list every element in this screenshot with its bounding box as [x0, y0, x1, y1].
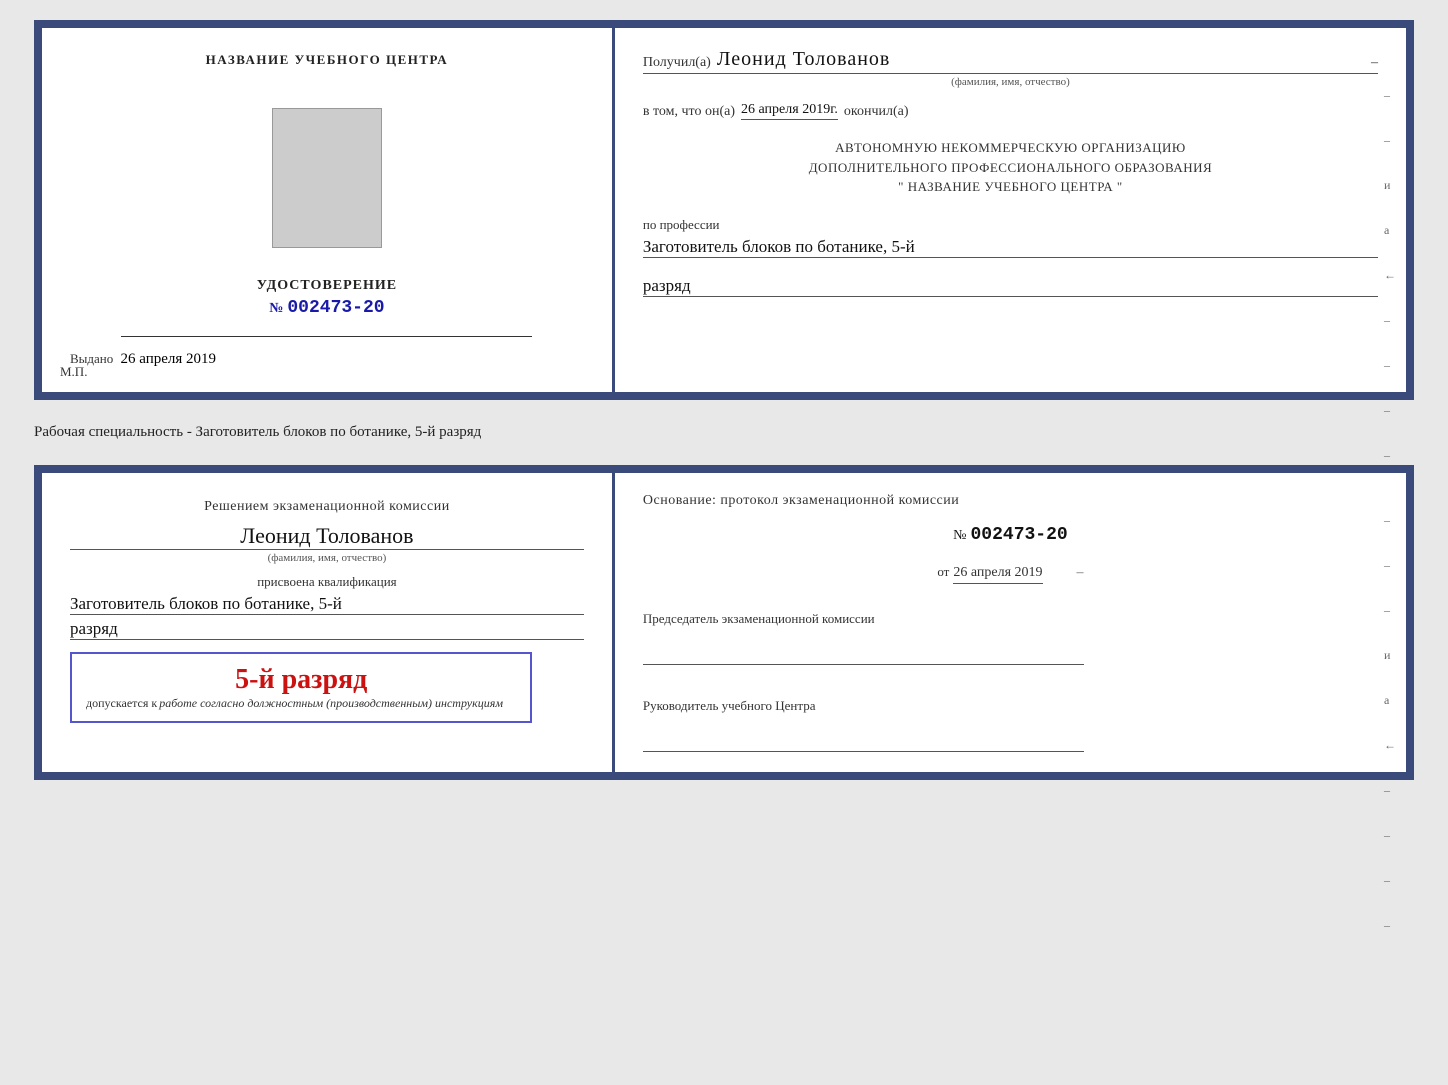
cert1-profession-block: по профессии Заготовитель блоков по бота… [643, 217, 1378, 258]
cert2-predsedatel-label: Председатель экзаменационной комиссии [643, 610, 1378, 628]
cert1-left-panel: НАЗВАНИЕ УЧЕБНОГО ЦЕНТРА УДОСТОВЕРЕНИЕ №… [42, 28, 615, 392]
cert1-number-prefix: № [269, 301, 283, 317]
cert2-dopusk-italic: работе согласно должностным (производств… [159, 696, 503, 711]
cert1-autonomous-block: АВТОНОМНУЮ НЕКОММЕРЧЕСКУЮ ОРГАНИЗАЦИЮ ДО… [643, 138, 1378, 197]
cert2-stamp-box: 5-й разряд допускается к работе согласно… [70, 652, 532, 723]
cert1-vtom-date: 26 апреля 2019г. [741, 102, 838, 120]
cert1-razryad-block: разряд [643, 272, 1378, 297]
cert2-resheniem-title: Решением экзаменационной комиссии [70, 497, 584, 517]
cert1-auto-line3: " НАЗВАНИЕ УЧЕБНОГО ЦЕНТРА " [643, 177, 1378, 197]
cert1-auto-line2: ДОПОЛНИТЕЛЬНОГО ПРОФЕССИОНАЛЬНОГО ОБРАЗО… [643, 158, 1378, 178]
cert2-dopusk-label: допускается к [86, 696, 157, 711]
cert1-right-dashes: – – и а ← – – – – – [1384, 88, 1396, 508]
cert1-auto-line1: АВТОНОМНУЮ НЕКОММЕРЧЕСКУЮ ОРГАНИЗАЦИЮ [643, 138, 1378, 158]
cert2-right-panel: Основание: протокол экзаменационной коми… [615, 473, 1406, 772]
cert2-prisvoena-label: присвоена квалификация [70, 574, 584, 590]
cert2-rukovoditel-sign-line [643, 751, 1084, 752]
certificate-block-2: Решением экзаменационной комиссии Леонид… [34, 465, 1414, 780]
cert2-ot-label: от [937, 564, 949, 580]
cert2-fio-label: (фамилия, имя, отчество) [70, 549, 584, 564]
cert1-vydano-date: 26 апреля 2019 [121, 351, 217, 367]
cert2-right-dashes: – – – и а ← – – – – [1384, 513, 1396, 933]
cert1-fio-label: (фамилия, имя, отчество) [643, 76, 1378, 88]
cert1-udostoverenie-label: УДОСТОВЕРЕНИЕ [257, 278, 397, 294]
specialty-label: Рабочая специальность - Заготовитель бло… [34, 418, 1414, 447]
cert1-profession-value: Заготовитель блоков по ботанике, 5-й [643, 237, 1378, 258]
cert1-recipient-name: Леонид Толованов [717, 48, 891, 71]
cert2-number-prefix: № [953, 528, 966, 544]
cert1-signature-line [121, 336, 532, 337]
cert1-mp-label: М.П. [60, 364, 87, 380]
cert1-poluchil-label: Получил(а) [643, 55, 711, 71]
cert2-predsedatel-sign-line [643, 664, 1084, 665]
cert1-number: 002473-20 [287, 298, 384, 318]
cert2-stamp-razryad: 5-й разряд [86, 664, 516, 696]
cert2-protocol-number: 002473-20 [971, 525, 1068, 545]
cert2-profession-value: Заготовитель блоков по ботанике, 5-й [70, 594, 584, 615]
cert2-recipient-name: Леонид Толованов [70, 523, 584, 549]
cert1-profession-label: по профессии [643, 217, 720, 232]
cert1-vtom-label: в том, что он(а) [643, 104, 735, 120]
cert2-razryad-value: разряд [70, 619, 584, 640]
cert2-ot-date: 26 апреля 2019 [953, 565, 1042, 584]
cert2-left-panel: Решением экзаменационной комиссии Леонид… [42, 473, 615, 772]
cert1-right-panel: Получил(а) Леонид Толованов – (фамилия, … [615, 28, 1406, 392]
cert1-photo [272, 108, 382, 248]
cert1-razryad-value: разряд [643, 276, 1378, 297]
cert1-training-center-title: НАЗВАНИЕ УЧЕБНОГО ЦЕНТРА [206, 52, 449, 68]
cert1-okonchil-label: окончил(а) [844, 104, 909, 120]
cert2-dopusk-block: допускается к работе согласно должностны… [86, 696, 516, 711]
certificate-block-1: НАЗВАНИЕ УЧЕБНОГО ЦЕНТРА УДОСТОВЕРЕНИЕ №… [34, 20, 1414, 400]
cert2-osnovanie-title: Основание: протокол экзаменационной коми… [643, 493, 1378, 509]
cert2-rukovoditel-label: Руководитель учебного Центра [643, 697, 1378, 715]
